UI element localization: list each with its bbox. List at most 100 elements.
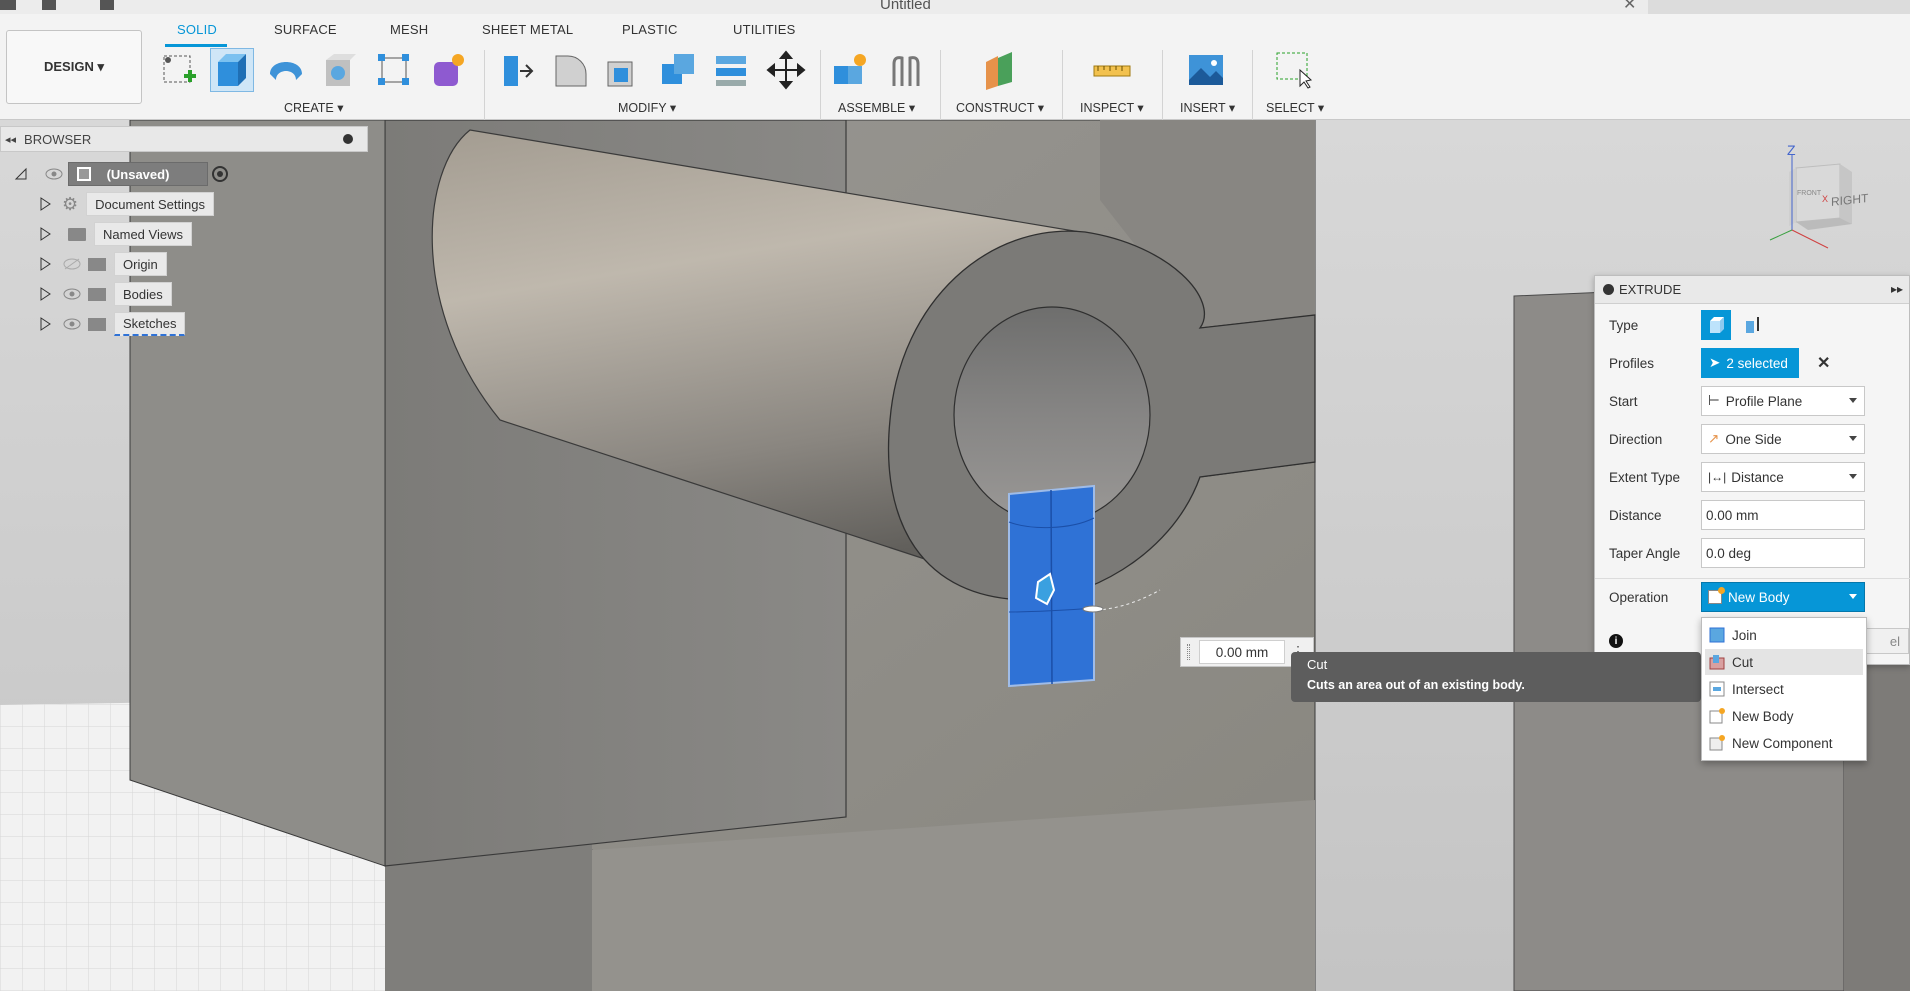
tab-plastic[interactable]: PLASTIC [622, 22, 678, 37]
revolve-icon[interactable] [264, 48, 308, 92]
joint-icon[interactable] [884, 48, 928, 92]
group-modify[interactable]: MODIFY ▾ [618, 100, 676, 115]
distance-label: Distance [1609, 507, 1662, 523]
direction-row: Direction [1609, 424, 1662, 454]
tab-utilities[interactable]: UTILITIES [733, 22, 795, 37]
tree-label: Sketches [114, 312, 186, 336]
collapse-dialog-icon[interactable] [1603, 284, 1614, 295]
distance-canvas-value[interactable]: 0.00 mm [1199, 640, 1285, 664]
browser-pin-icon[interactable] [343, 134, 353, 144]
menu-item-label: Join [1732, 627, 1757, 643]
browser-item[interactable]: ⚙ Document Settings [38, 192, 214, 216]
shell-icon[interactable] [602, 48, 646, 92]
combine-icon[interactable] [656, 48, 700, 92]
expand-triangle-icon[interactable] [38, 287, 52, 301]
hidden-eye-icon[interactable] [62, 257, 82, 271]
measure-icon[interactable] [1090, 48, 1134, 92]
press-pull-icon[interactable] [494, 48, 538, 92]
start-value: Profile Plane [1725, 393, 1803, 409]
menu-item-cut[interactable]: Cut [1705, 649, 1863, 675]
close-tab-icon[interactable]: ✕ [1623, 0, 1636, 14]
browser-root[interactable]: (Unsaved) [14, 162, 228, 186]
hole-icon[interactable] [318, 48, 362, 92]
expand-triangle-icon[interactable] [38, 317, 52, 331]
offset-plane-icon[interactable] [978, 48, 1022, 92]
drag-handle-icon[interactable] [1187, 644, 1190, 660]
visibility-eye-icon[interactable] [62, 317, 82, 331]
menu-item-new-component[interactable]: New Component [1705, 730, 1863, 756]
tab-sheet-metal[interactable]: SHEET METAL [482, 22, 573, 37]
intersect-icon [1709, 681, 1725, 697]
menu-item-join[interactable]: Join [1705, 622, 1863, 648]
profiles-selection-button[interactable]: ➤ 2 selected [1701, 348, 1799, 378]
viewcube-axis-z: Z [1787, 142, 1796, 158]
group-inspect[interactable]: INSPECT ▾ [1080, 100, 1144, 115]
menu-item-intersect[interactable]: Intersect [1705, 676, 1863, 702]
fillet-icon[interactable] [548, 48, 592, 92]
tab-mesh[interactable]: MESH [390, 22, 428, 37]
tab-surface[interactable]: SURFACE [274, 22, 337, 37]
type-solid-icon[interactable] [1701, 310, 1731, 340]
direction-value: One Side [1725, 431, 1782, 447]
insert-image-icon[interactable] [1184, 48, 1228, 92]
folder-icon [88, 257, 106, 271]
viewcube-axis-x: X [1822, 194, 1829, 204]
extrude-tool-icon[interactable] [210, 48, 254, 92]
profile-plane-icon: ⊢ [1708, 393, 1720, 408]
operation-select[interactable]: New Body [1701, 582, 1865, 612]
browser-item[interactable]: Named Views [38, 222, 192, 246]
tab-solid[interactable]: SOLID [177, 22, 217, 37]
root-component[interactable]: (Unsaved) [68, 162, 208, 186]
distance-arrows-icon: |↔| [1708, 470, 1727, 484]
type-row: Type [1609, 310, 1638, 340]
collapse-triangle-icon[interactable] [14, 167, 28, 181]
offset-face-icon[interactable] [710, 48, 754, 92]
file-icon[interactable] [42, 0, 56, 10]
tree-label: Origin [114, 252, 167, 276]
save-icon[interactable] [100, 0, 114, 10]
expand-dialog-icon[interactable]: ▸▸ [1891, 282, 1903, 296]
tree-label: Named Views [94, 222, 192, 246]
activate-radio-icon[interactable] [212, 166, 228, 182]
extent-type-select[interactable]: |↔| Distance [1701, 462, 1865, 492]
group-assemble[interactable]: ASSEMBLE ▾ [838, 100, 915, 115]
browser-item[interactable]: Bodies [38, 282, 172, 306]
collapse-browser-icon[interactable]: ◂◂ [5, 133, 16, 146]
distance-field[interactable]: 0.00 mm [1701, 500, 1865, 530]
clear-selection-icon[interactable]: ✕ [1817, 353, 1830, 373]
direction-select[interactable]: ↗ One Side [1701, 424, 1865, 454]
chevron-down-icon [1849, 594, 1857, 599]
group-insert[interactable]: INSERT ▾ [1180, 100, 1235, 115]
grid-icon[interactable] [0, 0, 16, 10]
taper-angle-field[interactable]: 0.0 deg [1701, 538, 1865, 568]
expand-triangle-icon[interactable] [38, 197, 52, 211]
visibility-eye-icon[interactable] [62, 287, 82, 301]
menu-item-new-body[interactable]: New Body [1705, 703, 1863, 729]
info-icon[interactable]: i [1609, 634, 1623, 648]
expand-triangle-icon[interactable] [38, 227, 52, 241]
group-construct[interactable]: CONSTRUCT ▾ [956, 100, 1044, 115]
browser-title: BROWSER [24, 131, 92, 147]
type-label: Type [1609, 317, 1639, 333]
browser-item[interactable]: Sketches [38, 312, 186, 336]
visibility-eye-icon[interactable] [44, 167, 64, 181]
start-select[interactable]: ⊢ Profile Plane [1701, 386, 1865, 416]
group-select[interactable]: SELECT ▾ [1266, 100, 1324, 115]
browser-item[interactable]: Origin [38, 252, 167, 276]
menu-item-label: Intersect [1732, 681, 1784, 697]
new-component-icon[interactable] [828, 48, 872, 92]
create-form-icon[interactable] [426, 48, 470, 92]
profiles-label: Profiles [1609, 355, 1655, 371]
new-body-icon [1708, 587, 1725, 604]
create-sketch-icon[interactable] [158, 48, 202, 92]
new-component-icon [1709, 735, 1725, 751]
expand-triangle-icon[interactable] [38, 257, 52, 271]
start-row: Start [1609, 386, 1638, 416]
select-box-icon[interactable] [1272, 48, 1316, 92]
group-create[interactable]: CREATE ▾ [284, 100, 344, 115]
move-icon[interactable] [764, 48, 808, 92]
type-thin-icon[interactable] [1737, 310, 1767, 340]
workspace-switcher[interactable]: DESIGN ▾ [6, 30, 142, 104]
pattern-icon[interactable] [372, 48, 416, 92]
extent-type-value: Distance [1731, 469, 1784, 485]
